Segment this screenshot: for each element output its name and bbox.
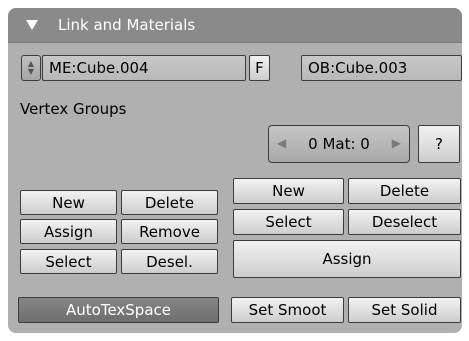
material-assign-button[interactable]: Assign bbox=[233, 240, 461, 278]
material-help-button[interactable]: ? bbox=[418, 125, 460, 163]
fake-user-button[interactable]: F bbox=[249, 55, 270, 81]
vertex-group-deselect-button[interactable]: Desel. bbox=[121, 249, 218, 274]
material-deselect-button[interactable]: Deselect bbox=[348, 209, 461, 235]
material-next-arrow-icon[interactable]: ▶ bbox=[392, 136, 401, 150]
panel-header[interactable]: Link and Materials bbox=[8, 8, 462, 43]
material-prev-arrow-icon[interactable]: ◀ bbox=[277, 136, 286, 150]
panel-title: Link and Materials bbox=[58, 16, 196, 34]
collapse-triangle-icon[interactable] bbox=[26, 20, 38, 30]
vertex-groups-label: Vertex Groups bbox=[20, 100, 127, 118]
material-index-counter[interactable]: ◀ 0 Mat: 0 ▶ bbox=[268, 125, 410, 163]
vertex-group-new-button[interactable]: New bbox=[20, 190, 117, 215]
mesh-browse-updown-icon[interactable]: ▲ ▼ bbox=[21, 55, 41, 81]
set-solid-button[interactable]: Set Solid bbox=[348, 297, 461, 323]
set-smooth-button[interactable]: Set Smoot bbox=[231, 297, 344, 323]
autotexspace-toggle[interactable]: AutoTexSpace bbox=[18, 297, 219, 323]
object-name-field[interactable]: OB:Cube.003 bbox=[301, 55, 462, 81]
mesh-name-field[interactable]: ME:Cube.004 bbox=[42, 55, 246, 81]
vertex-group-delete-button[interactable]: Delete bbox=[121, 190, 218, 215]
vertex-group-remove-button[interactable]: Remove bbox=[121, 219, 218, 244]
material-delete-button[interactable]: Delete bbox=[348, 178, 461, 204]
material-new-button[interactable]: New bbox=[233, 178, 344, 204]
vertex-group-assign-button[interactable]: Assign bbox=[20, 219, 117, 244]
vertex-group-select-button[interactable]: Select bbox=[20, 249, 117, 274]
material-counter-value: 0 Mat: 0 bbox=[308, 135, 370, 153]
material-select-button[interactable]: Select bbox=[233, 209, 344, 235]
